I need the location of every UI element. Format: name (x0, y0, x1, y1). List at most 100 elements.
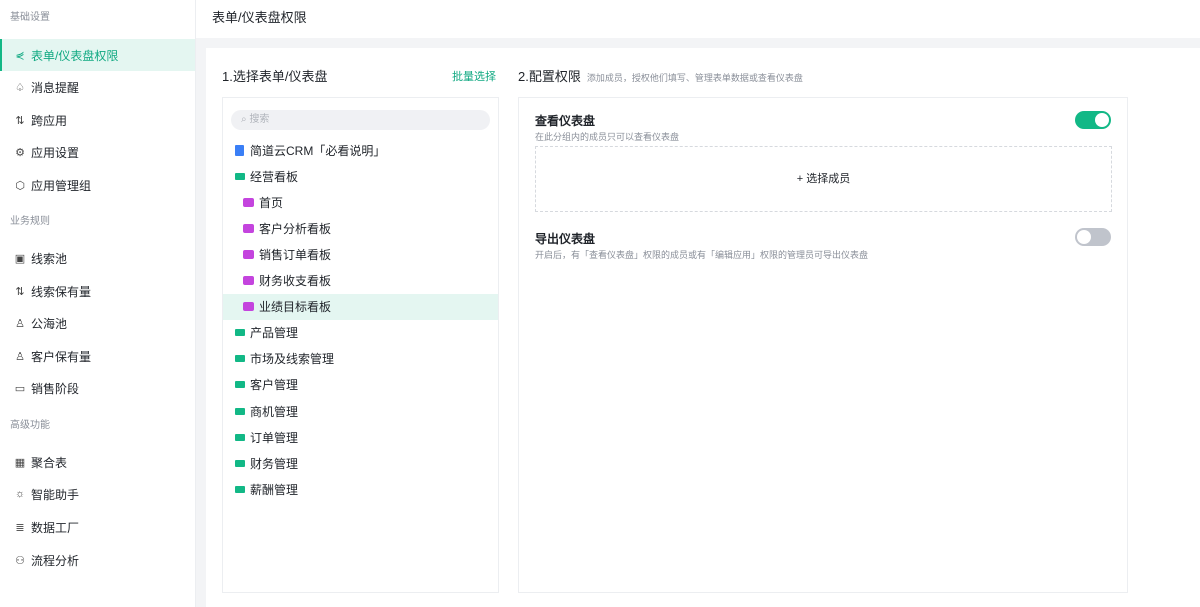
sidebar-section-title: 业务规则 (10, 216, 50, 227)
tree-node[interactable]: 客户分析看板 (223, 215, 498, 241)
select-form-title: 1.选择表单/仪表盘 (222, 69, 328, 84)
sidebar-item-label: 线索保有量 (31, 284, 92, 299)
sidebar-item[interactable]: ▦ 聚合表 (0, 446, 195, 478)
dashboard-icon (243, 249, 254, 259)
bell-icon: ♤ (15, 81, 25, 94)
export-dashboard-title: 导出仪表盘 (535, 232, 596, 246)
sidebar-item[interactable]: ⚇ 流程分析 (0, 544, 195, 576)
tree-node-label: 业绩目标看板 (259, 300, 332, 315)
bulb-icon: ☼ (14, 488, 26, 500)
dashboard-icon (243, 302, 254, 312)
folder-icon (235, 485, 245, 493)
permission-config: 查看仪表盘 在此分组内的成员只可以查看仪表盘 + 选择成员 导出仪表盘 开启后，… (518, 97, 1128, 593)
share-icon: ⋞ (15, 49, 25, 62)
sidebar-item[interactable]: ♙ 客户保有量 (0, 340, 195, 372)
users-icon: ♙ (15, 350, 25, 363)
export-dashboard-toggle[interactable] (1075, 228, 1111, 246)
tree-node-label: 商机管理 (250, 404, 299, 419)
card-icon: ▭ (14, 382, 26, 395)
select-members-button[interactable]: + 选择成员 (535, 146, 1112, 212)
tree-node-label: 客户管理 (250, 378, 299, 393)
sidebar-item[interactable]: ⇅ 线索保有量 (0, 275, 195, 307)
document-icon (235, 144, 244, 156)
tree-node[interactable]: 产品管理 (223, 320, 498, 346)
tree-node[interactable]: 财务收支看板 (223, 268, 498, 294)
flow-icon: ⚇ (15, 554, 25, 567)
sidebar-section-title: 高级功能 (10, 420, 50, 431)
view-dashboard-desc: 在此分组内的成员只可以查看仪表盘 (535, 132, 680, 142)
tree-node-label: 经营看板 (250, 169, 299, 184)
folder-icon (235, 329, 245, 337)
sidebar-item-label: 聚合表 (31, 455, 68, 470)
folder-icon (235, 172, 245, 180)
batch-select-button[interactable]: 批量选择 (452, 68, 496, 84)
sidebar-item[interactable]: ▣ 线索池 (0, 242, 195, 274)
tree-node-label: 订单管理 (250, 430, 299, 445)
arrows-icon: ⇅ (15, 114, 25, 127)
dashboard-icon (243, 197, 254, 207)
sidebar-item[interactable]: ⚙ 应用设置 (0, 136, 195, 168)
folder-icon (235, 407, 245, 415)
export-dashboard-desc: 开启后，有「查看仪表盘」权限的成员或有「编辑应用」权限的管理员可导出仪表盘 (535, 250, 869, 260)
sidebar-item-label: 表单/仪表盘权限 (31, 48, 119, 63)
config-title-text: 2.配置权限 (518, 69, 581, 84)
sidebar-item-label: 应用管理组 (31, 178, 92, 193)
tree-node[interactable]: 财务管理 (223, 450, 498, 476)
view-dashboard-toggle[interactable] (1075, 111, 1111, 129)
tree-node[interactable]: 业绩目标看板 (223, 293, 498, 320)
users-icon: ♙ (15, 317, 25, 330)
tree-node-label: 产品管理 (250, 326, 299, 341)
sidebar-item-label: 销售阶段 (31, 381, 80, 396)
folder-icon (235, 381, 245, 389)
sidebar-item[interactable]: ☼ 智能助手 (0, 478, 195, 510)
config-title: 2.配置权限 添加成员，授权他们填写、管理表单数据或查看仪表盘 (518, 66, 803, 85)
tree-node-label: 首页 (259, 195, 284, 210)
tree-node[interactable]: 商机管理 (223, 398, 498, 424)
view-dashboard-title: 查看仪表盘 (535, 114, 596, 128)
search-icon: ⌕ (241, 114, 247, 125)
tree-node-label: 客户分析看板 (259, 221, 332, 236)
sidebar-item-label: 智能助手 (31, 487, 80, 502)
tree-node[interactable]: 薪酬管理 (223, 476, 498, 502)
tree-node[interactable]: 市场及线索管理 (223, 346, 498, 372)
folder-icon (235, 459, 245, 467)
tree-node[interactable]: 订单管理 (223, 424, 498, 450)
tree-node[interactable]: 首页 (223, 189, 498, 215)
sidebar-item-label: 公海池 (31, 316, 68, 331)
tree-node-label: 销售订单看板 (259, 247, 332, 262)
sidebar-item-label: 跨应用 (31, 113, 68, 128)
tree-node[interactable]: 销售订单看板 (223, 241, 498, 267)
tree-node[interactable]: 经营看板 (223, 163, 498, 189)
sidebar-item[interactable]: ♤ 消息提醒 (0, 71, 195, 103)
sidebar-item[interactable]: ⬡ 应用管理组 (0, 169, 195, 201)
folder-icon (235, 355, 245, 363)
tree-node[interactable]: 客户管理 (223, 372, 498, 398)
config-subtitle: 添加成员，授权他们填写、管理表单数据或查看仪表盘 (586, 73, 803, 83)
search-input[interactable]: ⌕ 搜索 (231, 110, 490, 130)
sidebar-item[interactable]: ⋞ 表单/仪表盘权限 (0, 39, 195, 71)
sidebar-item[interactable]: ♙ 公海池 (0, 307, 195, 339)
database-icon: ≣ (15, 521, 25, 534)
sidebar-item[interactable]: ⇅ 跨应用 (0, 104, 195, 136)
table-icon: ▦ (14, 456, 26, 469)
pool-icon: ▣ (14, 252, 26, 265)
form-tree: ⌕ 搜索 简道云CRM「必看说明」 经营看板首页客户分析看板 销售订单看板财务收支看… (222, 97, 499, 593)
page-header: 表单/仪表盘权限 (196, 0, 1200, 38)
search-placeholder: 搜索 (249, 114, 270, 125)
tree-node-label: 市场及线索管理 (250, 352, 335, 367)
sidebar-item[interactable]: ≣ 数据工厂 (0, 511, 195, 543)
main-panel: 1.选择表单/仪表盘 批量选择 2.配置权限 添加成员，授权他们填写、管理表单数据… (206, 48, 1200, 607)
arrows-icon: ⇅ (15, 285, 25, 298)
folder-icon (235, 433, 245, 441)
gear-icon: ⚙ (15, 146, 25, 159)
page-title: 表单/仪表盘权限 (212, 10, 307, 25)
tree-node[interactable]: 简道云CRM「必看说明」 (223, 137, 498, 163)
sidebar-item-label: 线索池 (31, 251, 68, 266)
sidebar-item-label: 应用设置 (31, 145, 80, 160)
tree-node-label: 财务管理 (250, 456, 299, 471)
sidebar: 基础设置 ⋞ 表单/仪表盘权限 ♤ 消息提醒 ⇅ 跨应用 ⚙ 应用设置 ⬡ 应用管理组 业务规则 ▣ 线索… (0, 0, 196, 607)
sidebar-item[interactable]: ▭ 销售阶段 (0, 372, 195, 404)
sidebar-item-label: 客户保有量 (31, 349, 92, 364)
tree-node-label: 简道云CRM「必看说明」 (250, 143, 386, 158)
dashboard-icon (243, 276, 254, 285)
